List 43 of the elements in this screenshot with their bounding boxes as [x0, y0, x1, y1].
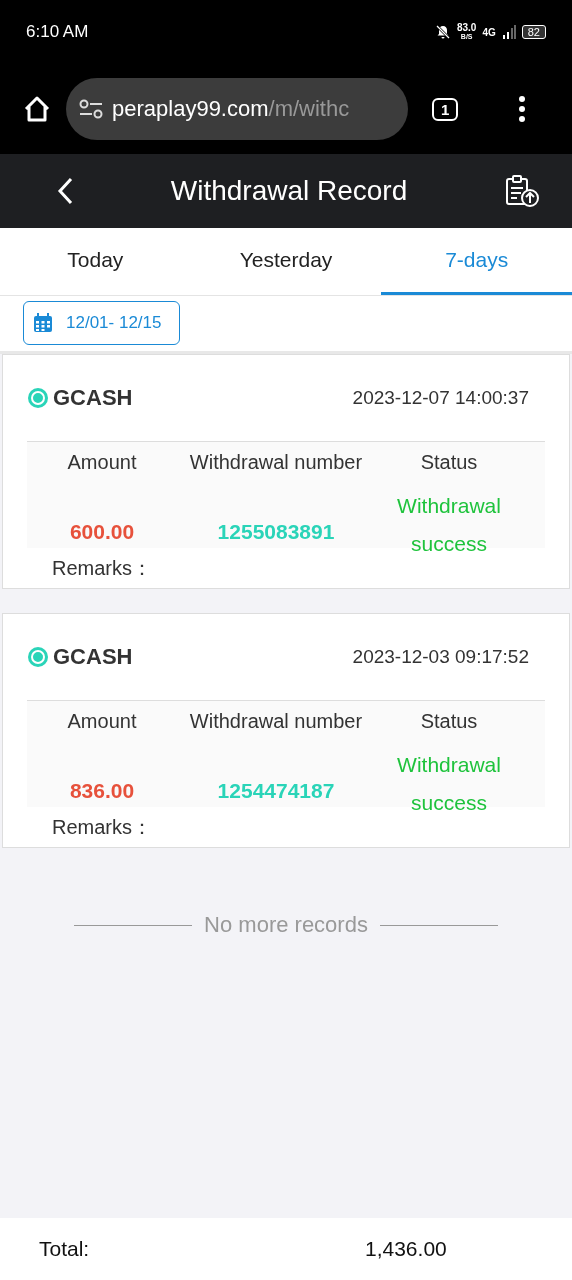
url-path: /m/withc	[268, 96, 350, 122]
withdrawal-number: 1255083891	[216, 520, 336, 544]
back-icon[interactable]	[56, 176, 74, 206]
wallet-logo-icon	[27, 387, 49, 409]
date-range-button[interactable]: 12/01- 12/15	[23, 301, 181, 345]
column-header: Amount	[66, 709, 138, 733]
total-value: 1,436.00	[365, 1237, 447, 1261]
column-header: Withdrawal number	[188, 709, 364, 733]
status-value: Withdrawal success	[396, 493, 502, 557]
network-speed: 83.0	[456, 23, 477, 33]
url-host: peraplay99.com	[112, 96, 269, 122]
home-icon[interactable]	[22, 94, 52, 124]
more-menu-icon[interactable]	[518, 96, 527, 122]
calendar-icon	[32, 312, 54, 334]
amount-value: 600.00	[68, 520, 136, 544]
remarks-label: Remarks：	[51, 814, 153, 840]
wallet-logo-icon	[27, 646, 49, 668]
site-settings-icon[interactable]	[78, 98, 104, 120]
column-header: Amount	[66, 450, 138, 474]
network-type: 4G	[482, 26, 496, 38]
column-header: Withdrawal number	[188, 450, 364, 474]
muted-bell-icon	[434, 24, 451, 40]
record-datetime: 2023-12-03 09:17:52	[352, 646, 529, 668]
tab-count-button[interactable]: 1	[432, 97, 459, 121]
period-tab[interactable]: Today	[0, 228, 191, 295]
status-time: 6:10 AM	[26, 22, 89, 42]
payment-method: GCASH	[53, 644, 133, 670]
status-value: Withdrawal success	[396, 752, 502, 816]
period-tab[interactable]: Yesterday	[190, 228, 382, 295]
page-title: Withdrawal Record	[170, 175, 408, 207]
clipboard-upload-icon[interactable]	[504, 174, 540, 208]
address-bar[interactable]: peraplay99.com/m/withc	[66, 78, 408, 140]
end-message: No more records	[204, 912, 368, 938]
payment-method: GCASH	[53, 385, 133, 411]
battery-level: 82	[521, 25, 546, 39]
withdrawal-number: 1254474187	[216, 779, 336, 803]
column-header: Status	[419, 709, 479, 733]
total-label: Total:	[39, 1237, 91, 1261]
remarks-label: Remarks：	[51, 555, 153, 581]
signal-icon	[501, 25, 516, 39]
record-datetime: 2023-12-07 14:00:37	[352, 387, 529, 409]
amount-value: 836.00	[68, 779, 136, 803]
column-header: Status	[419, 450, 479, 474]
